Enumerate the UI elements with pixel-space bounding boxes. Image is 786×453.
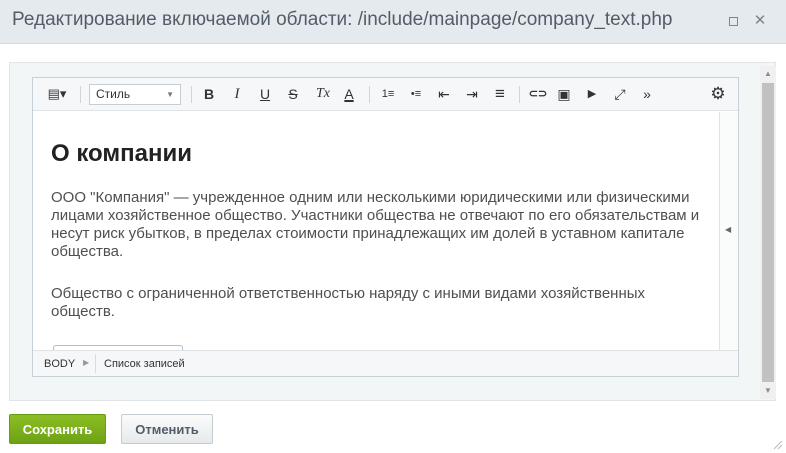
editor-toolbar: ▤▾ Стиль ▼ B I U S Tx A 1≡ •≡ ⇤ ⇥ ≡ ⊂⊃ ▣… bbox=[33, 78, 738, 111]
style-select-value: Стиль bbox=[96, 87, 131, 101]
view-mode-icon[interactable]: ▤▾ bbox=[41, 84, 73, 104]
ordered-list-icon[interactable]: 1≡ bbox=[379, 84, 397, 104]
cancel-button[interactable]: Отменить bbox=[121, 414, 213, 444]
fullscreen-icon[interactable]: ⤢ bbox=[611, 84, 629, 104]
toolbar-separator bbox=[369, 86, 370, 103]
paragraph-company-note: Общество с ограниченной ответственностью… bbox=[51, 285, 646, 320]
scrollbar-thumb[interactable] bbox=[762, 83, 774, 382]
chevron-right-icon: ▶ bbox=[83, 358, 90, 367]
page-heading: О компании bbox=[51, 140, 192, 167]
toolbar-separator bbox=[519, 86, 520, 103]
settings-icon[interactable]: ⚙ bbox=[709, 84, 727, 104]
indent-icon[interactable]: ⇥ bbox=[463, 84, 481, 104]
more-icon[interactable]: » bbox=[639, 84, 655, 104]
strikethrough-icon[interactable]: S bbox=[285, 84, 301, 104]
dialog-title: Редактирование включаемой области: /incl… bbox=[12, 9, 673, 30]
align-icon[interactable]: ≡ bbox=[491, 84, 509, 104]
font-color-icon[interactable]: A bbox=[341, 84, 357, 104]
scroll-up-icon[interactable]: ▲ bbox=[760, 66, 776, 82]
bold-icon[interactable]: B bbox=[201, 84, 217, 104]
html-editor: ▤▾ Стиль ▼ B I U S Tx A 1≡ •≡ ⇤ ⇥ ≡ ⊂⊃ ▣… bbox=[32, 77, 739, 377]
dialog-titlebar[interactable]: Редактирование включаемой области: /incl… bbox=[0, 0, 786, 44]
editor-side-panel: ◀ bbox=[719, 112, 738, 350]
outdent-icon[interactable]: ⇤ bbox=[435, 84, 453, 104]
video-icon[interactable]: ▶ bbox=[583, 84, 601, 104]
breadcrumb-list[interactable]: Список записей bbox=[104, 358, 185, 370]
include-area-editor-dialog: Редактирование включаемой области: /incl… bbox=[0, 0, 786, 453]
maximize-icon[interactable] bbox=[726, 14, 740, 28]
save-button[interactable]: Сохранить bbox=[9, 414, 106, 444]
link-icon[interactable]: ⊂⊃ bbox=[527, 84, 549, 104]
chevron-down-icon: ▼ bbox=[166, 90, 174, 99]
resize-grip-icon[interactable] bbox=[771, 438, 783, 450]
close-icon[interactable]: ✕ bbox=[753, 13, 767, 28]
remove-format-icon[interactable]: Tx bbox=[313, 84, 333, 104]
underline-icon[interactable]: U bbox=[257, 84, 273, 104]
toolbar-separator bbox=[80, 86, 81, 103]
toolbar-separator bbox=[191, 86, 192, 103]
dialog-scrollbar[interactable]: ▲ ▼ bbox=[760, 66, 776, 399]
style-select[interactable]: Стиль ▼ bbox=[89, 84, 181, 105]
unordered-list-icon[interactable]: •≡ bbox=[407, 84, 425, 104]
italic-icon[interactable]: I bbox=[229, 84, 245, 104]
paragraph-company-description: ООО "Компания" — учрежденное одним или н… bbox=[51, 189, 700, 260]
image-icon[interactable]: ▣ bbox=[555, 84, 573, 104]
scroll-down-icon[interactable]: ▼ bbox=[760, 383, 776, 399]
collapse-arrow-icon[interactable]: ◀ bbox=[725, 225, 731, 234]
editor-content-area[interactable]: О компании ООО "Компания" — учрежденное … bbox=[33, 112, 719, 350]
editor-statusbar: BODY ▶ Список записей bbox=[33, 350, 738, 376]
breadcrumb-body[interactable]: BODY bbox=[44, 358, 75, 370]
statusbar-divider bbox=[95, 354, 96, 373]
